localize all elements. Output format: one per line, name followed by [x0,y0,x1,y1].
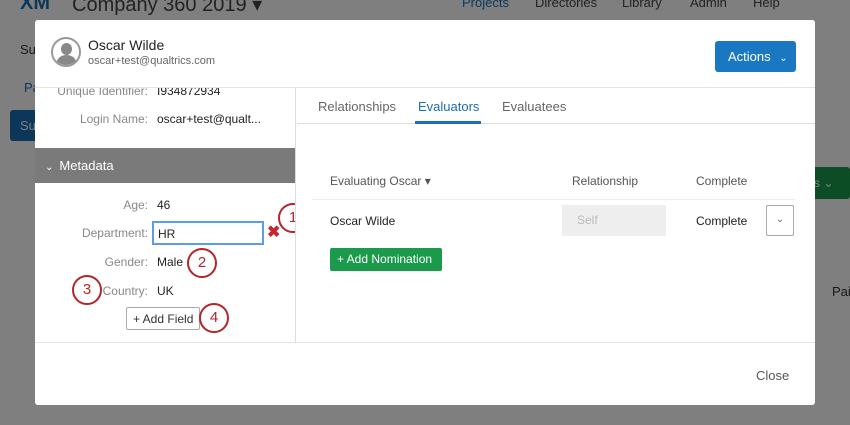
tab-evaluatees[interactable]: Evaluatees [502,99,566,114]
avatar-icon [51,37,81,67]
login-name-value: oscar+test@qualt... [157,112,261,126]
unique-id-label: Unique Identifier: [57,88,148,98]
evaluators-panel: Relationships Evaluators Evaluatees Eval… [297,88,815,342]
unique-id-value: I934872934 [157,88,221,98]
modal-header: Oscar Wilde oscar+test@qualtrics.com Act… [35,20,815,88]
row-menu-dropdown[interactable]: ⌄ [766,205,794,236]
person-modal: Oscar Wilde oscar+test@qualtrics.com Act… [35,20,815,405]
department-label: Department: [81,226,148,240]
annotation-marker-3: 3 [72,275,102,305]
age-label: Age: [123,198,148,212]
metadata-section-header[interactable]: ⌄ Metadata [35,148,295,183]
chevron-down-icon: ⌄ [779,53,788,64]
tab-relationships[interactable]: Relationships [318,99,396,114]
annotation-marker-2: 2 [187,248,217,278]
person-email: oscar+test@qualtrics.com [88,55,216,67]
actions-label: Actions [728,49,771,64]
person-info-panel[interactable]: Unique Identifier: I934872934 Login Name… [35,88,296,342]
actions-button[interactable]: Actions ⌄ [715,41,796,72]
country-value[interactable]: UK [157,284,174,298]
relationship-select: Self [562,205,666,236]
person-name: Oscar Wilde [88,37,165,53]
gender-label: Gender: [104,255,148,269]
evaluator-name: Oscar Wilde [330,214,396,228]
annotation-marker-4: 4 [199,303,229,333]
add-nomination-button[interactable]: + Add Nomination [330,248,442,271]
country-label: Country: [102,284,148,298]
age-value[interactable]: 46 [157,198,170,212]
remove-field-icon[interactable]: ✖ [267,222,280,242]
login-name-label: Login Name: [79,112,148,126]
department-input[interactable]: HR [152,221,264,245]
close-button[interactable]: Close [756,368,789,383]
header-relationship: Relationship [572,174,639,188]
header-evaluating[interactable]: Evaluating Oscar ▾ [330,174,431,188]
metadata-title: Metadata [59,158,114,173]
divider [312,199,795,200]
tab-bar: Relationships Evaluators Evaluatees [297,88,815,124]
annotation-marker-1: 1 [278,203,295,233]
active-tab-indicator [415,121,481,124]
tab-evaluators[interactable]: Evaluators [418,99,479,114]
gender-value[interactable]: Male [157,255,183,269]
add-field-button[interactable]: + Add Field [126,307,200,330]
chevron-down-icon: ⌄ [45,162,54,173]
header-complete: Complete [696,174,748,188]
modal-footer: Close [35,342,815,405]
complete-status: Complete [696,214,748,228]
